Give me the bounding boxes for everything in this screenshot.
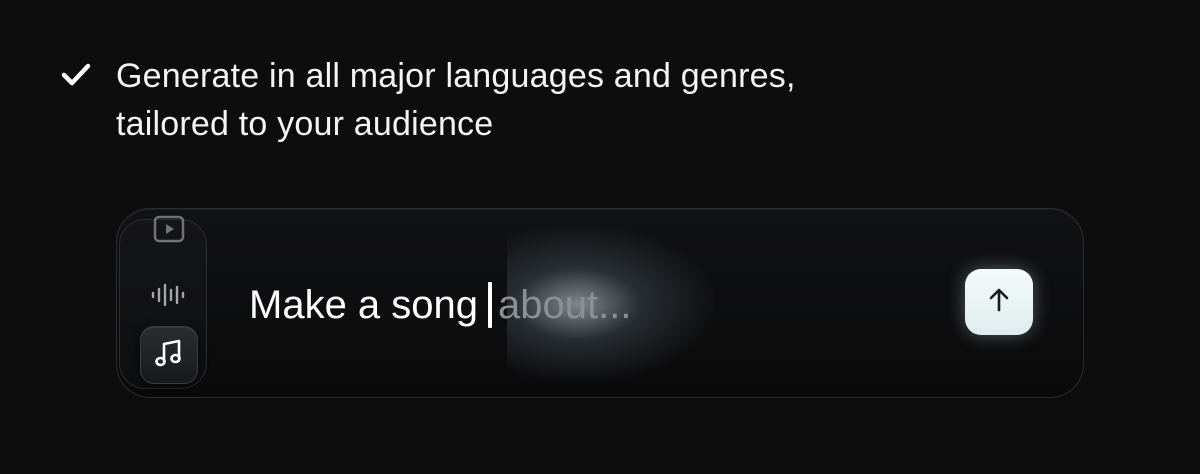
mode-video-button[interactable] <box>140 209 198 260</box>
prompt-input[interactable]: Make a song about... <box>249 281 631 329</box>
text-cursor <box>488 282 493 328</box>
feature-line-2: tailored to your audience <box>116 105 494 143</box>
feature-item: Generate in all major languages and genr… <box>58 52 796 148</box>
checkmark-icon <box>58 56 94 92</box>
send-button[interactable] <box>965 269 1033 335</box>
music-note-icon <box>152 336 186 375</box>
feature-text: Generate in all major languages and genr… <box>116 52 796 148</box>
mode-voice-button[interactable] <box>140 268 198 326</box>
arrow-up-icon <box>986 286 1012 319</box>
feature-line-1: Generate in all major languages and genr… <box>116 57 796 95</box>
prompt-placeholder: about... <box>498 283 632 327</box>
mode-selector <box>119 215 207 389</box>
prompt-box[interactable]: Make a song about... <box>116 208 1084 398</box>
video-icon <box>152 214 186 249</box>
prompt-typed-text: Make a song <box>249 283 479 327</box>
waveform-icon <box>149 281 189 314</box>
mode-music-button[interactable] <box>140 326 198 384</box>
